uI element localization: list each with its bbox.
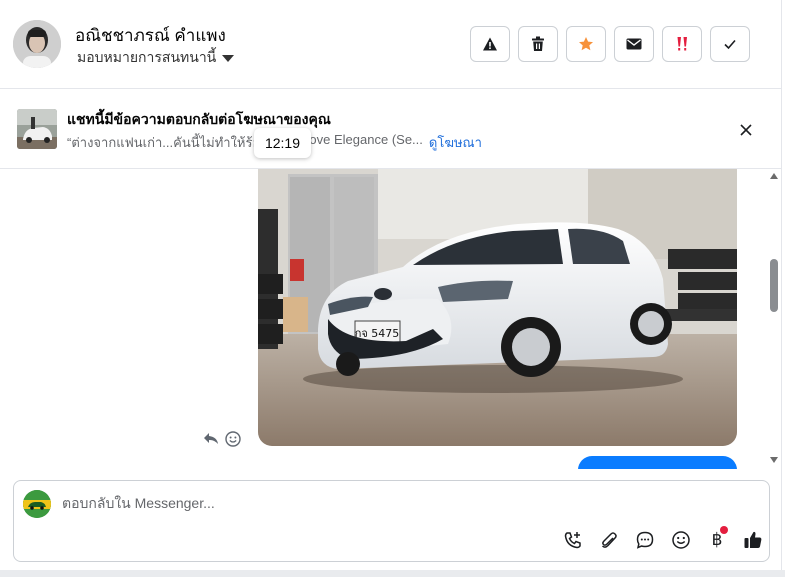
- checkmark-icon: [724, 39, 736, 50]
- assign-label: มอบหมายการสนทนานี้: [77, 49, 217, 65]
- caret-down-icon: [222, 55, 235, 62]
- assign-conversation-dropdown[interactable]: มอบหมายการสนทนานี้: [77, 47, 235, 69]
- chat-bubble-icon: [636, 531, 654, 549]
- mark-done-button[interactable]: [710, 26, 750, 62]
- message-thread: กจ 5475: [0, 169, 782, 469]
- saved-replies-button[interactable]: [627, 528, 663, 552]
- thread-scrollbar[interactable]: [767, 169, 781, 469]
- reply-icon[interactable]: [203, 432, 219, 446]
- envelope-icon: [626, 38, 642, 50]
- close-banner-button[interactable]: [735, 119, 757, 141]
- important-button[interactable]: [662, 26, 702, 62]
- conversation-header: อณิชชาภรณ์ คำแพง มอบหมายการสนทนานี้: [0, 0, 782, 89]
- thumbs-up-icon: [744, 531, 762, 548]
- ad-quote-text: “ต่างจากแฟนเก่า...คันนี้ไม่ทำให้ร้องไห้: [67, 135, 282, 150]
- report-button[interactable]: [470, 26, 510, 62]
- call-button[interactable]: [555, 528, 591, 552]
- message-tools: [203, 431, 241, 447]
- view-ad-link[interactable]: ดูโฆษณา: [429, 132, 482, 153]
- emoji-button[interactable]: [663, 528, 699, 552]
- car-photo-message[interactable]: กจ 5475: [258, 169, 737, 446]
- contact-avatar[interactable]: [13, 20, 61, 68]
- like-button[interactable]: [735, 528, 771, 552]
- notification-dot: [720, 526, 728, 534]
- paperclip-icon: [601, 532, 617, 548]
- ad-reply-banner: แชทนี้มีข้อความตอบกลับต่อโฆษณาของคุณ “ต่…: [0, 89, 782, 169]
- scroll-thumb[interactable]: [770, 259, 778, 312]
- composer-tools: ฿: [555, 526, 771, 552]
- window-bottom-edge: [0, 570, 785, 577]
- reply-input[interactable]: [62, 495, 562, 511]
- warning-triangle-icon: [483, 37, 497, 51]
- attach-button[interactable]: [591, 528, 627, 552]
- react-emoji-icon[interactable]: [225, 431, 241, 447]
- star-button[interactable]: [566, 26, 606, 62]
- call-add-icon: [564, 532, 581, 549]
- contact-name[interactable]: อณิชชาภรณ์ คำแพง: [75, 22, 226, 49]
- message-composer: ฿: [13, 480, 770, 562]
- close-icon: [740, 124, 752, 136]
- page-avatar: [23, 490, 51, 518]
- star-icon: [579, 37, 593, 51]
- conversation-actions: [470, 26, 750, 62]
- emoji-icon: [672, 531, 690, 549]
- double-exclamation-icon: [677, 37, 687, 51]
- trash-icon: [532, 36, 544, 51]
- payment-button[interactable]: ฿: [699, 526, 735, 552]
- scroll-down-arrow-icon[interactable]: [770, 457, 778, 463]
- mark-unread-button[interactable]: [614, 26, 654, 62]
- inbox-conversation-window: อณิชชาภรณ์ คำแพง มอบหมายการสนทนานี้ แชทน…: [0, 0, 782, 577]
- scroll-up-arrow-icon[interactable]: [770, 173, 778, 179]
- outgoing-message-bubble[interactable]: [578, 456, 737, 469]
- delete-button[interactable]: [518, 26, 558, 62]
- timestamp-tooltip: 12:19: [254, 128, 311, 158]
- ad-thumbnail[interactable]: [17, 109, 57, 149]
- license-plate-text: กจ 5475: [355, 327, 400, 340]
